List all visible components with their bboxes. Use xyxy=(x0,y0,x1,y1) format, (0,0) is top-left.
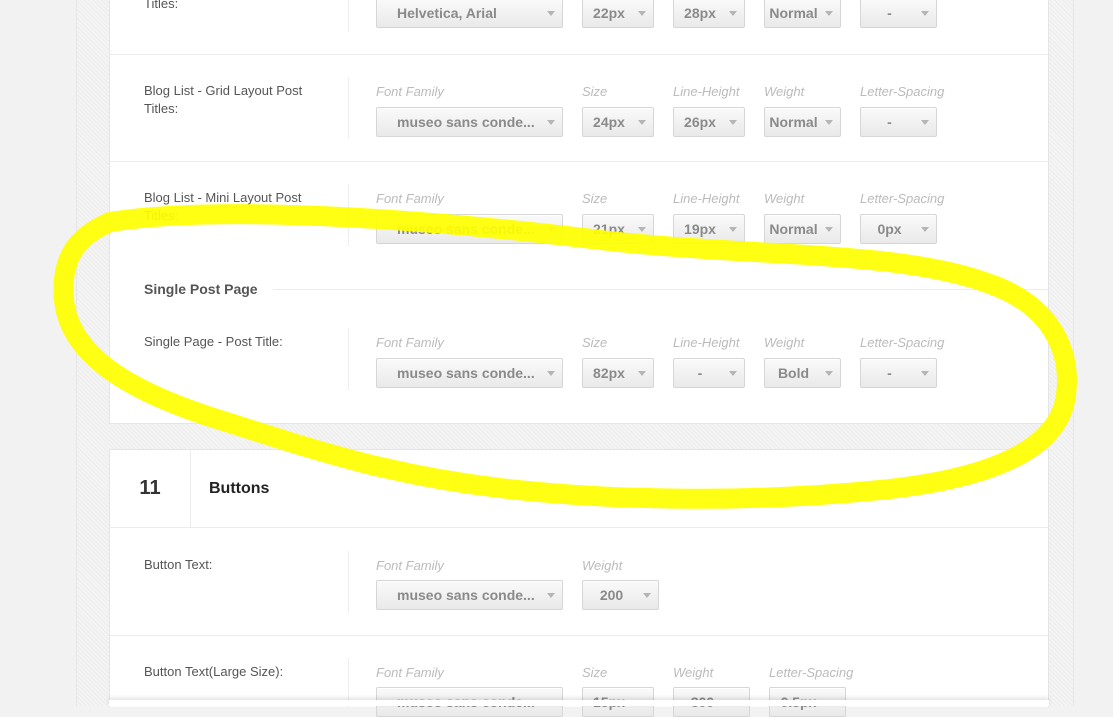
letter-spacing-select[interactable]: - xyxy=(860,358,937,388)
line-height-select[interactable]: 19px xyxy=(673,214,745,244)
weight-select[interactable]: Normal xyxy=(764,0,841,28)
size-label: Size xyxy=(582,665,608,680)
row-separator xyxy=(110,161,1048,162)
row-label-titles: Titles: xyxy=(144,0,179,11)
row-divider xyxy=(348,0,349,32)
left-gutter xyxy=(76,0,110,706)
chevron-down-icon xyxy=(921,371,929,376)
font-family-label: Font Family xyxy=(376,191,444,206)
font-family-label: Font Family xyxy=(376,665,444,680)
section-title-single-post: Single Post Page xyxy=(144,281,258,297)
letter-spacing-select[interactable]: - xyxy=(860,107,937,137)
font-family-select[interactable]: museo sans conde... xyxy=(376,580,563,610)
row-separator xyxy=(110,527,1048,528)
chevron-down-icon xyxy=(547,371,555,376)
section-gap xyxy=(109,424,1049,449)
chevron-down-icon xyxy=(825,227,833,232)
buttons-panel: 11 Buttons Button Text: Font Family Weig… xyxy=(109,449,1049,717)
chevron-down-icon xyxy=(729,227,737,232)
row-divider xyxy=(348,77,349,139)
letter-spacing-label: Letter-Spacing xyxy=(860,191,945,206)
letter-spacing-select[interactable]: - xyxy=(860,0,937,28)
size-label: Size xyxy=(582,84,608,99)
chevron-down-icon xyxy=(638,11,646,16)
chevron-down-icon xyxy=(729,11,737,16)
chevron-down-icon xyxy=(921,227,929,232)
section-number: 11 xyxy=(110,450,191,527)
letter-spacing-label: Letter-Spacing xyxy=(860,335,945,350)
chevron-down-icon xyxy=(547,227,555,232)
row-divider xyxy=(348,551,349,613)
row-label-grid-layout: Blog List - Grid Layout Post Titles: xyxy=(144,83,303,116)
row-separator xyxy=(110,54,1048,55)
font-family-select[interactable]: Helvetica, Arial xyxy=(376,0,563,28)
weight-select[interactable]: Bold xyxy=(764,358,841,388)
row-label-single-post-title: Single Page - Post Title: xyxy=(144,334,283,349)
row-divider xyxy=(348,328,349,390)
letter-spacing-label: Letter-Spacing xyxy=(769,665,854,680)
size-select[interactable]: 22px xyxy=(582,0,654,28)
bottom-overlay-edge xyxy=(109,700,1049,706)
row-separator xyxy=(110,635,1048,636)
section-title-rule xyxy=(273,289,1048,290)
row-label-button-text-large: Button Text(Large Size): xyxy=(144,664,284,679)
chevron-down-icon xyxy=(638,371,646,376)
weight-select[interactable]: Normal xyxy=(764,214,841,244)
weight-label: Weight xyxy=(764,191,805,206)
weight-label: Weight xyxy=(764,335,805,350)
font-family-label: Font Family xyxy=(376,84,444,99)
chevron-down-icon xyxy=(921,11,929,16)
size-label: Size xyxy=(582,191,608,206)
line-height-label: Line-Height xyxy=(673,335,740,350)
row-label-mini-layout: Blog List - Mini Layout Post Titles: xyxy=(144,190,302,223)
font-family-label: Font Family xyxy=(376,335,444,350)
weight-select[interactable]: 200 xyxy=(582,580,659,610)
row-label-button-text: Button Text: xyxy=(144,557,213,572)
line-height-select[interactable]: - xyxy=(673,358,745,388)
chevron-down-icon xyxy=(825,11,833,16)
chevron-down-icon xyxy=(547,11,555,16)
line-height-select[interactable]: 26px xyxy=(673,107,745,137)
size-select[interactable]: 82px xyxy=(582,358,654,388)
chevron-down-icon xyxy=(729,120,737,125)
weight-label: Weight xyxy=(764,84,805,99)
chevron-down-icon xyxy=(547,120,555,125)
chevron-down-icon xyxy=(638,120,646,125)
weight-select[interactable]: Normal xyxy=(764,107,841,137)
size-select[interactable]: 21px xyxy=(582,214,654,244)
row-divider xyxy=(348,184,349,246)
chevron-down-icon xyxy=(921,120,929,125)
size-select[interactable]: 24px xyxy=(582,107,654,137)
letter-spacing-label: Letter-Spacing xyxy=(860,84,945,99)
weight-label: Weight xyxy=(582,558,623,573)
chevron-down-icon xyxy=(825,120,833,125)
chevron-down-icon xyxy=(643,593,651,598)
chevron-down-icon xyxy=(825,371,833,376)
chevron-down-icon xyxy=(547,593,555,598)
weight-label: Weight xyxy=(673,665,714,680)
line-height-label: Line-Height xyxy=(673,191,740,206)
section-title-buttons: Buttons xyxy=(209,480,270,497)
font-family-select[interactable]: museo sans conde... xyxy=(376,358,563,388)
font-family-select[interactable]: museo sans conde... xyxy=(376,107,563,137)
typography-panel: Titles: Helvetica, Arial 22px 28px Norma… xyxy=(109,0,1049,424)
chevron-down-icon xyxy=(729,371,737,376)
font-family-select[interactable]: museo sans conde... xyxy=(376,214,563,244)
line-height-select[interactable]: 28px xyxy=(673,0,745,28)
letter-spacing-select[interactable]: 0px xyxy=(860,214,937,244)
right-gutter xyxy=(1047,0,1074,706)
line-height-label: Line-Height xyxy=(673,84,740,99)
chevron-down-icon xyxy=(638,227,646,232)
font-family-label: Font Family xyxy=(376,558,444,573)
size-label: Size xyxy=(582,335,608,350)
